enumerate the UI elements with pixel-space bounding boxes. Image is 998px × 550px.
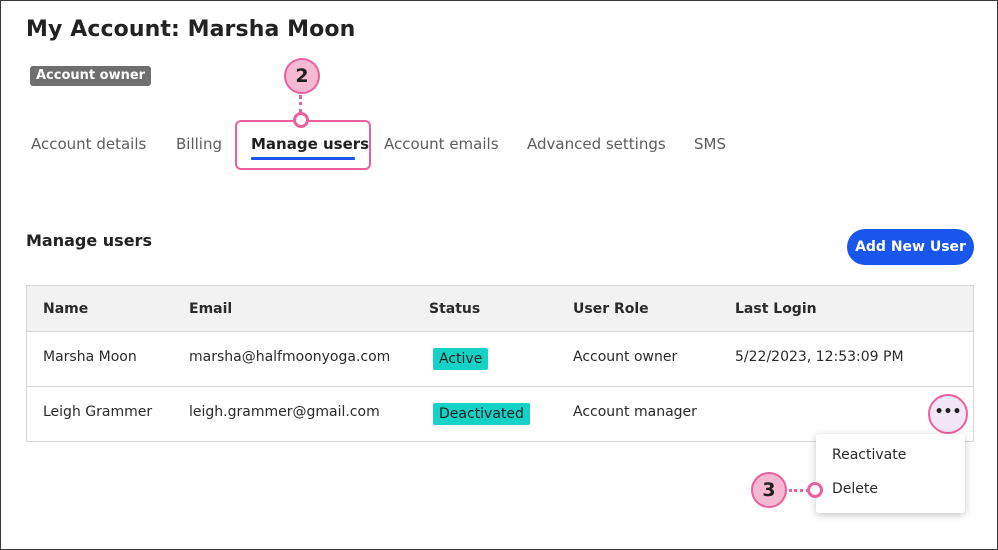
- table-row: Marsha Moon marsha@halfmoonyoga.com Acti…: [27, 332, 973, 387]
- add-new-user-button[interactable]: Add New User: [847, 229, 974, 265]
- menu-item-reactivate[interactable]: Reactivate: [832, 447, 906, 463]
- account-owner-badge: Account owner: [30, 66, 152, 86]
- callout-step-2: 2: [284, 58, 320, 94]
- users-table: Name Email Status User Role Last Login M…: [26, 285, 974, 442]
- callout-connector: [789, 489, 809, 492]
- table-header: Name Email Status User Role Last Login: [27, 286, 973, 332]
- tab-advanced-settings[interactable]: Advanced settings: [527, 135, 666, 153]
- more-horizontal-icon[interactable]: •••: [928, 394, 968, 434]
- user-name: Marsha Moon: [43, 349, 137, 365]
- section-heading: Manage users: [26, 231, 152, 250]
- column-header-status[interactable]: Status: [429, 301, 480, 317]
- callout-anchor-dot: [807, 482, 823, 498]
- account-tabs: Account details Billing Manage users Acc…: [1, 125, 998, 165]
- menu-item-delete[interactable]: Delete: [832, 481, 878, 497]
- last-login: 5/22/2023, 12:53:09 PM: [735, 349, 904, 365]
- tab-account-emails[interactable]: Account emails: [384, 135, 499, 153]
- user-role: Account manager: [573, 404, 697, 420]
- callout-step-3: 3: [751, 472, 787, 508]
- status-badge: Deactivated: [433, 403, 530, 425]
- callout-connector: [299, 95, 302, 113]
- app-window: My Account: Marsha Moon Account owner Ac…: [0, 0, 998, 550]
- status-badge: Active: [433, 348, 489, 370]
- tab-sms[interactable]: SMS: [694, 135, 726, 153]
- page-title: My Account: Marsha Moon: [26, 17, 356, 42]
- column-header-user-role[interactable]: User Role: [573, 301, 649, 317]
- user-name: Leigh Grammer: [43, 404, 153, 420]
- column-header-name[interactable]: Name: [43, 301, 88, 317]
- callout-anchor-dot: [293, 112, 309, 128]
- user-email: leigh.grammer@gmail.com: [189, 404, 380, 420]
- tab-billing[interactable]: Billing: [176, 135, 222, 153]
- row-actions-menu: Reactivate Delete: [816, 434, 965, 513]
- user-role: Account owner: [573, 349, 678, 365]
- column-header-email[interactable]: Email: [189, 301, 232, 317]
- user-email: marsha@halfmoonyoga.com: [189, 349, 391, 365]
- column-header-last-login[interactable]: Last Login: [735, 301, 817, 317]
- tab-account-details[interactable]: Account details: [31, 135, 146, 153]
